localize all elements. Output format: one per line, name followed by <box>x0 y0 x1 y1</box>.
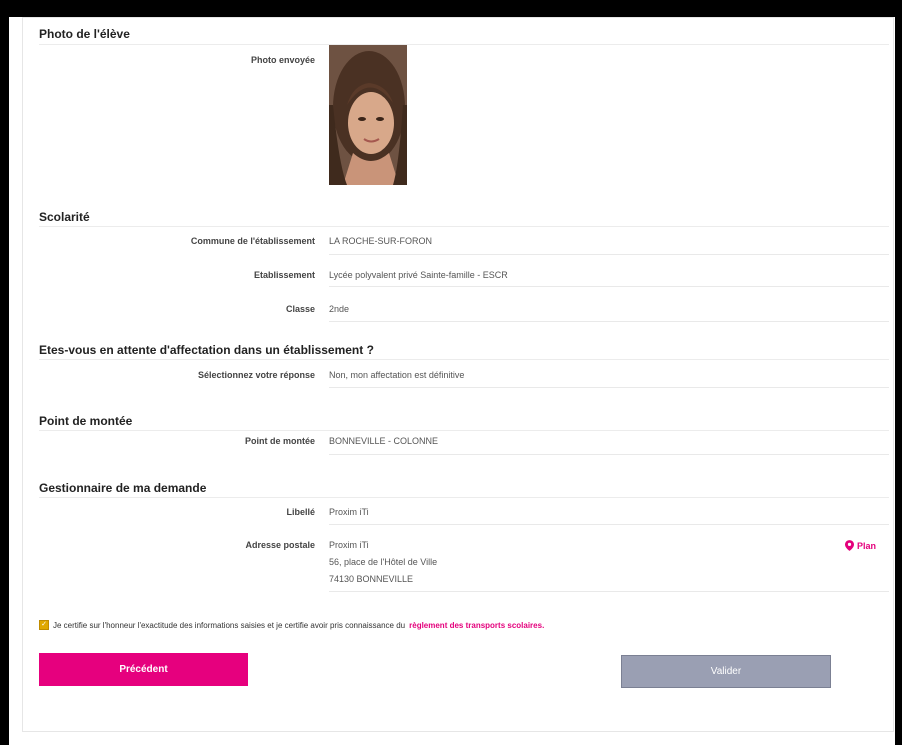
value-boarding-point: BONNEVILLE - COLONNE <box>329 436 439 446</box>
divider <box>329 387 889 388</box>
previous-button[interactable]: Précédent <box>39 653 248 686</box>
divider <box>329 591 889 592</box>
value-commune: LA ROCHE-SUR-FORON <box>329 236 433 246</box>
value-etablissement: Lycée polyvalent privé Sainte-famille - … <box>329 270 508 280</box>
divider <box>329 454 889 455</box>
certification-text: Je certifie sur l'honneur l'exactitude d… <box>53 620 406 630</box>
address-line-2: 56, place de l'Hôtel de Ville <box>329 557 438 567</box>
section-title-waiting: Etes-vous en attente d'affectation dans … <box>39 343 374 357</box>
section-title-boarding: Point de montée <box>39 414 133 428</box>
map-pin-icon <box>845 540 854 551</box>
address-line-3: 74130 BONNEVILLE <box>329 574 414 584</box>
label-boarding-point: Point de montée <box>244 436 315 446</box>
label-etablissement: Etablissement <box>253 270 315 280</box>
window-frame-left <box>0 0 9 745</box>
label-libelle: Libellé <box>286 507 315 517</box>
student-photo <box>329 45 407 185</box>
certification-row: ✓ Je certifie sur l'honneur l'exactitude… <box>39 620 544 630</box>
window-frame-top <box>0 0 902 17</box>
map-plan-label: Plan <box>857 540 877 551</box>
value-classe: 2nde <box>329 304 350 314</box>
divider <box>329 524 889 525</box>
label-commune: Commune de l'établissement <box>190 236 315 246</box>
divider <box>39 44 889 45</box>
divider <box>329 286 889 287</box>
divider <box>39 226 889 227</box>
divider <box>39 430 889 431</box>
divider <box>329 254 889 255</box>
section-title-manager: Gestionnaire de ma demande <box>39 481 207 495</box>
window-frame-right <box>895 0 902 745</box>
student-photo-image <box>329 45 407 185</box>
address-line-1: Proxim iTi <box>329 540 369 550</box>
label-classe: Classe <box>285 304 315 314</box>
regulations-link[interactable]: règlement des transports scolaires. <box>409 621 544 630</box>
certification-checkbox[interactable]: ✓ <box>39 620 49 630</box>
validate-button[interactable]: Valider <box>621 655 831 688</box>
divider <box>39 497 889 498</box>
label-photo: Photo envoyée <box>250 55 315 65</box>
section-title-school: Scolarité <box>39 210 90 224</box>
section-title-photo: Photo de l'élève <box>39 27 130 41</box>
map-plan-link[interactable]: Plan <box>845 540 876 551</box>
recap-card: Photo de l'élève Photo envoyée Scolarité… <box>22 17 894 732</box>
label-response: Sélectionnez votre réponse <box>197 370 315 380</box>
divider <box>39 359 889 360</box>
value-libelle: Proxim iTi <box>329 507 369 517</box>
divider <box>329 321 889 322</box>
value-response: Non, mon affectation est définitive <box>329 370 465 380</box>
label-address: Adresse postale <box>245 540 315 550</box>
